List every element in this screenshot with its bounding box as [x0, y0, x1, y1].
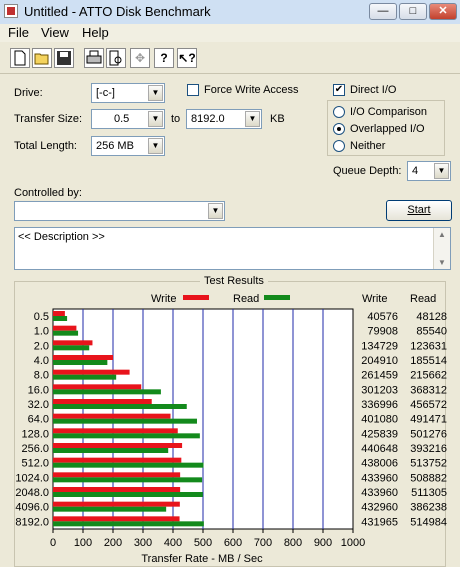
transfer-size-label: 8192.0	[15, 516, 49, 528]
read-value: 501276	[410, 428, 447, 440]
read-bar	[53, 521, 204, 527]
x-tick-label: 100	[74, 537, 92, 549]
transfer-size-label: 1.0	[34, 326, 49, 338]
read-bar	[53, 360, 108, 365]
x-axis-label: Transfer Rate - MB / Sec	[141, 553, 263, 565]
read-bar	[53, 506, 167, 512]
read-value: 511305	[411, 487, 447, 499]
legend-read-swatch	[264, 295, 290, 300]
column-header-read: Read	[410, 293, 436, 305]
read-bar	[53, 418, 197, 424]
transfer-size-label: 4096.0	[15, 502, 49, 514]
transfer-size-label: 0.5	[34, 311, 49, 323]
read-value: 48128	[416, 311, 447, 323]
read-value: 215662	[410, 370, 447, 382]
write-bar	[53, 311, 65, 316]
write-value: 79908	[367, 326, 398, 338]
read-bar	[53, 316, 68, 321]
read-value: 85540	[416, 326, 447, 338]
read-bar	[53, 433, 200, 439]
x-tick-label: 300	[134, 537, 152, 549]
x-tick-label: 1000	[341, 537, 365, 549]
read-bar	[53, 477, 203, 483]
transfer-size-label: 4.0	[34, 355, 49, 367]
write-value: 204910	[361, 355, 398, 367]
column-header-write: Write	[362, 293, 387, 305]
write-bar	[53, 487, 181, 492]
read-bar	[53, 492, 203, 497]
read-value: 386238	[410, 502, 447, 514]
write-value: 433960	[361, 487, 398, 499]
read-value: 123631	[410, 340, 447, 352]
read-bar	[53, 404, 187, 409]
write-bar	[53, 501, 180, 507]
transfer-size-label: 32.0	[28, 399, 49, 411]
x-tick-label: 600	[224, 537, 242, 549]
x-tick-label: 900	[314, 537, 332, 549]
write-bar	[53, 516, 180, 522]
legend-read-label: Read	[233, 293, 259, 305]
transfer-size-label: 2.0	[34, 340, 49, 352]
read-value: 368312	[410, 384, 447, 396]
x-tick-label: 800	[284, 537, 302, 549]
write-bar	[53, 369, 130, 375]
transfer-size-label: 2048.0	[15, 487, 49, 499]
read-value: 456572	[410, 399, 447, 411]
x-tick-label: 700	[254, 537, 272, 549]
write-value: 134729	[361, 340, 398, 352]
legend-write-label: Write	[151, 293, 176, 305]
write-value: 431965	[361, 516, 398, 528]
x-tick-label: 400	[164, 537, 182, 549]
write-bar	[53, 340, 93, 346]
read-value: 393216	[410, 443, 447, 455]
transfer-size-label: 64.0	[28, 414, 49, 426]
read-bar	[53, 448, 169, 453]
transfer-size-label: 512.0	[21, 458, 49, 470]
transfer-rate-chart: Write Read Write Read Transfer Rate - MB…	[15, 293, 447, 565]
transfer-size-label: 1024.0	[15, 472, 49, 484]
write-bar	[53, 399, 152, 404]
write-value: 336996	[361, 399, 398, 411]
read-value: 491471	[410, 414, 447, 426]
transfer-size-label: 128.0	[21, 428, 49, 440]
write-bar	[53, 384, 142, 390]
write-bar	[53, 472, 181, 478]
write-value: 40576	[367, 311, 398, 323]
transfer-size-label: 256.0	[21, 443, 49, 455]
write-value: 438006	[361, 458, 398, 470]
write-value: 433960	[361, 472, 398, 484]
transfer-size-label: 8.0	[34, 370, 49, 382]
x-tick-label: 200	[104, 537, 122, 549]
write-value: 425839	[361, 428, 398, 440]
write-bar	[53, 413, 171, 419]
write-bar	[53, 443, 183, 448]
x-tick-label: 0	[50, 537, 56, 549]
read-bar	[53, 462, 204, 468]
read-value: 514984	[410, 516, 447, 528]
read-bar	[53, 389, 161, 395]
write-value: 261459	[361, 370, 398, 382]
legend-write-swatch	[183, 295, 209, 300]
read-value: 508882	[410, 472, 447, 484]
write-value: 440648	[361, 443, 398, 455]
write-bar	[53, 428, 178, 434]
write-bar	[53, 355, 114, 360]
x-tick-label: 500	[194, 537, 212, 549]
write-value: 432960	[361, 502, 398, 514]
read-bar	[53, 374, 117, 380]
read-bar	[53, 330, 79, 336]
write-value: 301203	[361, 384, 398, 396]
read-bar	[53, 345, 90, 351]
read-value: 185514	[410, 355, 447, 367]
write-bar	[53, 325, 77, 331]
write-bar	[53, 457, 182, 463]
transfer-size-label: 16.0	[28, 384, 49, 396]
read-value: 513752	[410, 458, 447, 470]
write-value: 401080	[361, 414, 398, 426]
